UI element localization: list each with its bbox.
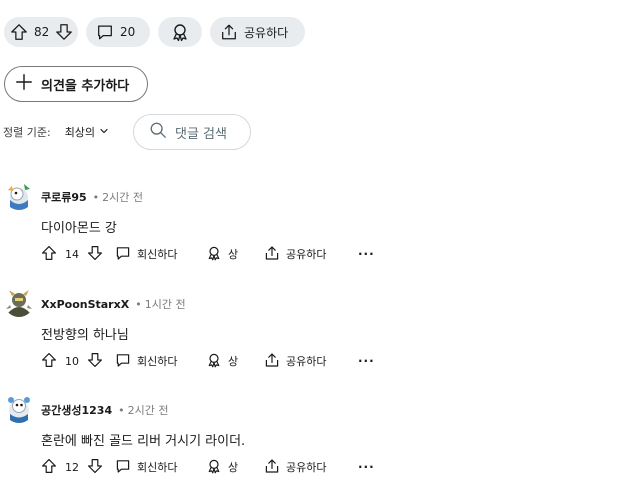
comment-timestamp: 2시간 전 [127, 404, 169, 417]
award-label: 상 [228, 355, 239, 368]
award-icon [206, 352, 222, 371]
comments-count-button[interactable]: 20 [86, 17, 150, 47]
comment-search-input[interactable]: 댓글 검색 [133, 114, 251, 150]
comment-username[interactable]: 쿠로류95 [41, 189, 87, 205]
search-icon [149, 121, 167, 143]
share-button[interactable]: 공유하다 [264, 245, 358, 264]
comment-icon [115, 245, 131, 264]
post-action-bar: 82 20 공유하다 [4, 17, 305, 47]
award-button[interactable]: 상 [206, 352, 264, 371]
award-label: 상 [228, 461, 239, 474]
post-upvote-count: 82 [34, 25, 50, 39]
more-icon: ··· [358, 354, 375, 368]
downvote-icon[interactable] [87, 352, 103, 371]
comment-actions: 12 회신하다 상 공유하다 ··· [41, 457, 375, 477]
share-icon [220, 23, 238, 41]
avatar[interactable] [4, 180, 34, 210]
share-button[interactable]: 공유하다 [264, 352, 358, 371]
add-comment-label: 의견을 추가하다 [41, 78, 130, 94]
comment-count: 20 [120, 25, 136, 39]
comment-icon [115, 352, 131, 371]
meta-separator: • [118, 403, 125, 417]
comment-vote: 12 [41, 458, 115, 477]
reply-label: 회신하다 [137, 461, 178, 474]
sort-dropdown[interactable]: 최상의 [65, 124, 109, 140]
comment-timestamp: 1시간 전 [144, 298, 186, 311]
vote-count: 12 [65, 460, 79, 474]
comment-icon [96, 23, 114, 41]
sort-label: 정렬 기준: [3, 126, 51, 139]
vote-count: 10 [65, 354, 79, 368]
avatar[interactable] [4, 393, 34, 423]
award-button[interactable]: 상 [206, 458, 264, 477]
comment-meta: 쿠로류95 • 2시간 전 [41, 189, 143, 205]
comment-username[interactable]: XxPoonStarxX [41, 298, 129, 311]
more-icon: ··· [358, 460, 375, 474]
award-button[interactable]: 상 [206, 245, 264, 264]
reply-button[interactable]: 회신하다 [115, 352, 206, 371]
downvote-icon[interactable] [87, 458, 103, 477]
plus-icon [15, 73, 33, 95]
share-label: 공유하다 [286, 461, 327, 474]
downvote-icon[interactable] [87, 245, 103, 264]
upvote-icon[interactable] [10, 23, 28, 41]
upvote-icon[interactable] [41, 458, 57, 477]
award-icon [170, 22, 190, 42]
vote-count: 14 [65, 247, 79, 261]
sort-value: 최상의 [64, 126, 96, 139]
comment-username[interactable]: 공간생성1234 [41, 402, 112, 418]
comment-body: 다이아몬드 강 [41, 221, 117, 236]
reply-label: 회신하다 [137, 248, 178, 261]
more-options-button[interactable]: ··· [358, 354, 375, 368]
share-label: 공유하다 [286, 248, 327, 261]
award-icon [206, 458, 222, 477]
comment-vote: 10 [41, 352, 115, 371]
meta-separator: • [135, 297, 142, 311]
meta-separator: • [92, 190, 100, 204]
award-icon [206, 245, 222, 264]
add-comment-button[interactable]: 의견을 추가하다 [4, 66, 148, 102]
upvote-icon[interactable] [41, 245, 57, 264]
downvote-icon[interactable] [55, 23, 73, 41]
award-label: 상 [228, 248, 239, 261]
award-button[interactable] [158, 17, 202, 47]
share-button[interactable]: 공유하다 [264, 458, 358, 477]
more-icon: ··· [358, 247, 375, 261]
reply-button[interactable]: 회신하다 [115, 458, 206, 477]
comment-body: 전방향의 하나님 [41, 328, 129, 343]
comment-meta: XxPoonStarxX • 1시간 전 [41, 296, 186, 312]
comment-meta: 공간생성1234 • 2시간 전 [41, 402, 168, 418]
upvote-icon[interactable] [41, 352, 57, 371]
search-placeholder: 댓글 검색 [175, 126, 227, 142]
reply-button[interactable]: 회신하다 [115, 245, 206, 264]
more-options-button[interactable]: ··· [358, 460, 375, 474]
comment-timestamp: 2시간 전 [102, 191, 144, 204]
share-label: 공유하다 [244, 25, 289, 40]
sort-row: 정렬 기준: 최상의 [0, 114, 109, 150]
share-button[interactable]: 공유하다 [210, 17, 305, 47]
reply-label: 회신하다 [137, 355, 178, 368]
more-options-button[interactable]: ··· [358, 247, 375, 261]
share-icon [264, 352, 280, 371]
comment-body: 혼란에 빠진 골드 리버 거시기 라이더. [41, 434, 246, 449]
share-icon [264, 458, 280, 477]
comment-actions: 14 회신하다 상 공유하다 ··· [41, 244, 375, 264]
avatar[interactable] [4, 287, 34, 317]
comment-actions: 10 회신하다 상 공유하다 ··· [41, 351, 375, 371]
chevron-down-icon [99, 126, 109, 139]
share-label: 공유하다 [286, 355, 327, 368]
comment-icon [115, 458, 131, 477]
comment-vote: 14 [41, 245, 115, 264]
comments-section: 82 20 공유하다 의견을 추가하다 정렬 기준: 최상의 댓글 검색 쿠로류… [0, 0, 640, 497]
post-vote-pill: 82 [4, 17, 78, 47]
share-icon [264, 245, 280, 264]
